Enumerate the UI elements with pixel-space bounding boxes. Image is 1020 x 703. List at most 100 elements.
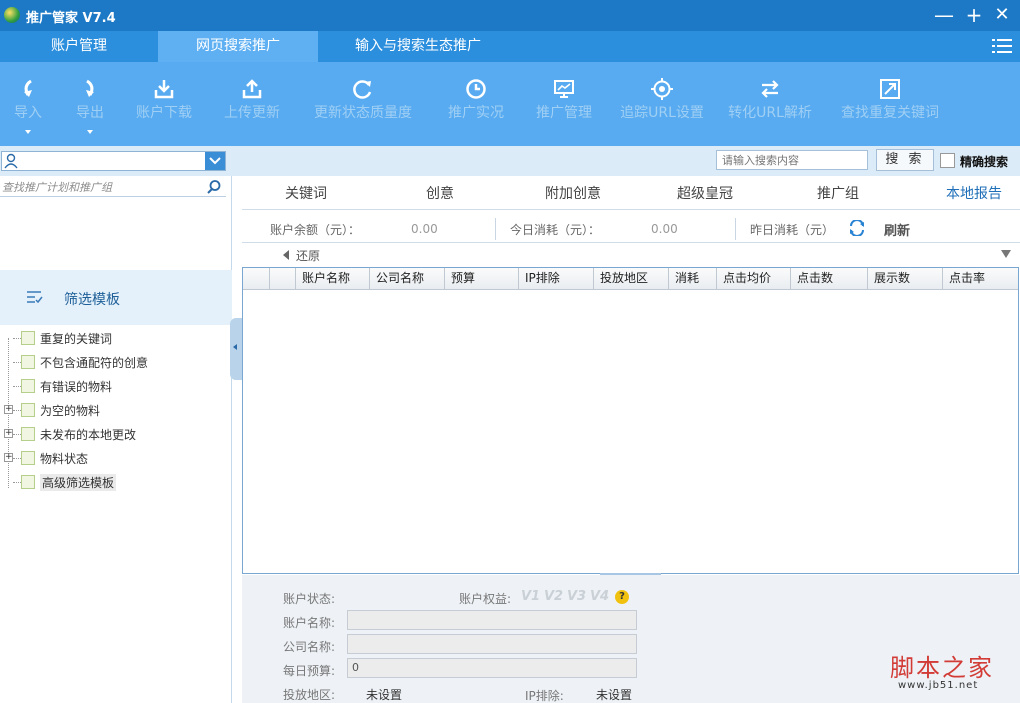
- update-quality-button[interactable]: 更新状态质量度: [304, 62, 422, 146]
- window-title: 推广管家 V7.4: [26, 11, 116, 26]
- filter-template-title: 筛选模板: [64, 292, 120, 308]
- tree-line: [13, 338, 21, 339]
- region-value[interactable]: 未设置: [366, 686, 402, 703]
- subtab-keywords[interactable]: 关键词: [285, 183, 327, 203]
- import-button[interactable]: 导入: [0, 62, 56, 146]
- column-header-status[interactable]: [270, 268, 296, 290]
- tree-item-label: 未发布的本地更改: [40, 428, 137, 442]
- subtab-super-crown[interactable]: 超级皇冠: [677, 183, 733, 203]
- tab-input-search-ecosystem[interactable]: 输入与搜索生态推广: [318, 31, 518, 62]
- tree-item-label: 高级筛选模板: [40, 474, 117, 491]
- template-file-icon: [21, 475, 35, 489]
- import-dropdown-icon[interactable]: [25, 130, 31, 134]
- account-download-button[interactable]: 账户下载: [126, 62, 202, 146]
- tab-web-search-promotion[interactable]: 网页搜索推广: [158, 31, 318, 62]
- column-header-account-name[interactable]: 账户名称: [296, 268, 370, 290]
- daily-budget-field[interactable]: 0: [347, 658, 637, 678]
- column-header-region[interactable]: 投放地区: [594, 268, 669, 290]
- balance-value: 0.00: [411, 222, 438, 236]
- tree-item-no-wildcard-creatives[interactable]: 不包含通配符的创意: [4, 351, 224, 373]
- tree-item-advanced-filter[interactable]: 高级筛选模板: [4, 471, 224, 493]
- template-file-icon: [21, 331, 35, 345]
- menu-icon[interactable]: [992, 36, 1012, 56]
- tree-item-error-materials[interactable]: 有错误的物料: [4, 375, 224, 397]
- grid-header: 账户名称 公司名称 预算 IP排除 投放地区 消耗 点击均价 点击数 展示数 点…: [243, 268, 1018, 290]
- promotion-management-button[interactable]: 推广管理: [526, 62, 602, 146]
- column-header-impressions[interactable]: 展示数: [868, 268, 943, 290]
- account-name-label: 账户名称:: [283, 616, 336, 630]
- tracking-url-button[interactable]: 追踪URL设置: [616, 62, 708, 146]
- maximize-button[interactable]: +: [962, 3, 986, 27]
- tree-item-unpublished-changes[interactable]: + 未发布的本地更改: [4, 423, 224, 445]
- app-logo-icon: [4, 7, 20, 23]
- exact-search-label: 精确搜索: [960, 155, 1009, 169]
- column-header-clicks[interactable]: 点击数: [791, 268, 868, 290]
- monitor-icon: [554, 80, 574, 98]
- promotion-management-label: 推广管理: [536, 105, 592, 121]
- find-duplicate-keywords-button[interactable]: 查找重复关键词: [834, 62, 946, 146]
- column-header-company-name[interactable]: 公司名称: [370, 268, 445, 290]
- promotion-live-button[interactable]: 推广实况: [438, 62, 514, 146]
- toolbar: 导入 导出 账户下载 上传更新 更新状态质量度 推广实况 推广管理 追踪URL设…: [0, 62, 1020, 146]
- export-button[interactable]: 导出: [62, 62, 118, 146]
- main-nav: 账户管理 网页搜索推广 输入与搜索生态推广: [0, 31, 1020, 62]
- column-header-budget[interactable]: 预算: [445, 268, 519, 290]
- subtab-ad-groups[interactable]: 推广组: [817, 183, 859, 203]
- tree-line: [13, 434, 21, 435]
- search-icon[interactable]: [206, 179, 222, 195]
- subtab-extra-creatives[interactable]: 附加创意: [545, 183, 601, 203]
- close-button[interactable]: ✕: [990, 3, 1014, 27]
- account-selector-dropdown[interactable]: [205, 152, 225, 170]
- export-dropdown-icon[interactable]: [87, 130, 93, 134]
- user-icon: [4, 153, 18, 169]
- account-status-label: 账户状态:: [283, 592, 336, 606]
- tree-item-empty-materials[interactable]: + 为空的物料: [4, 399, 224, 421]
- column-header-select[interactable]: [243, 268, 270, 290]
- search-button[interactable]: 搜 索: [876, 149, 934, 171]
- exact-search-checkbox[interactable]: [940, 153, 955, 168]
- expand-icon[interactable]: +: [4, 429, 13, 438]
- tree-item-label: 有错误的物料: [40, 380, 113, 394]
- plan-search-input[interactable]: 查找推广计划和推广组: [0, 177, 226, 197]
- template-file-icon: [21, 403, 35, 417]
- expand-icon[interactable]: +: [4, 453, 13, 462]
- tree-item-label: 重复的关键词: [40, 332, 113, 346]
- conversion-url-button[interactable]: 转化URL解析: [724, 62, 816, 146]
- promotion-live-label: 推广实况: [448, 105, 504, 121]
- panel-collapse-handle[interactable]: [230, 318, 242, 380]
- export-icon: [86, 79, 94, 97]
- filter-list-icon: [27, 291, 43, 304]
- column-header-ip-exclusion[interactable]: IP排除: [519, 268, 594, 290]
- column-header-ctr[interactable]: 点击率: [943, 268, 1018, 290]
- subtab-creatives[interactable]: 创意: [426, 183, 454, 203]
- tree-line: [13, 362, 21, 363]
- tree-item-duplicate-keywords[interactable]: 重复的关键词: [4, 327, 224, 349]
- account-selector[interactable]: [1, 151, 226, 171]
- help-icon[interactable]: ?: [615, 590, 629, 604]
- refresh-icon[interactable]: [848, 220, 866, 236]
- account-name-field[interactable]: [347, 610, 637, 630]
- refresh-button[interactable]: 刷新: [884, 220, 910, 239]
- refresh-icon: [353, 80, 372, 99]
- local-report-link[interactable]: 本地报告: [946, 183, 1002, 203]
- triangle-down-icon[interactable]: [1001, 250, 1011, 258]
- content-search-input[interactable]: [716, 150, 868, 170]
- expand-icon[interactable]: +: [4, 405, 13, 414]
- upload-update-button[interactable]: 上传更新: [214, 62, 290, 146]
- minimize-button[interactable]: —: [932, 3, 956, 27]
- column-header-cost[interactable]: 消耗: [669, 268, 717, 290]
- company-name-label: 公司名称:: [283, 640, 336, 654]
- template-file-icon: [21, 427, 35, 441]
- column-header-avg-click-price[interactable]: 点击均价: [717, 268, 791, 290]
- duplicate-icon: [880, 79, 900, 99]
- ip-exclusion-value[interactable]: 未设置: [596, 686, 632, 703]
- chevron-down-icon: [209, 157, 221, 165]
- v3-badge: V3: [567, 589, 587, 604]
- v1-badge: V1: [521, 589, 541, 604]
- tab-account-management[interactable]: 账户管理: [0, 31, 158, 62]
- company-name-field[interactable]: [347, 634, 637, 654]
- restore-button[interactable]: 还原: [282, 247, 320, 264]
- tree-line: [13, 458, 21, 459]
- find-duplicate-keywords-label: 查找重复关键词: [841, 105, 939, 121]
- tree-item-material-status[interactable]: + 物料状态: [4, 447, 224, 469]
